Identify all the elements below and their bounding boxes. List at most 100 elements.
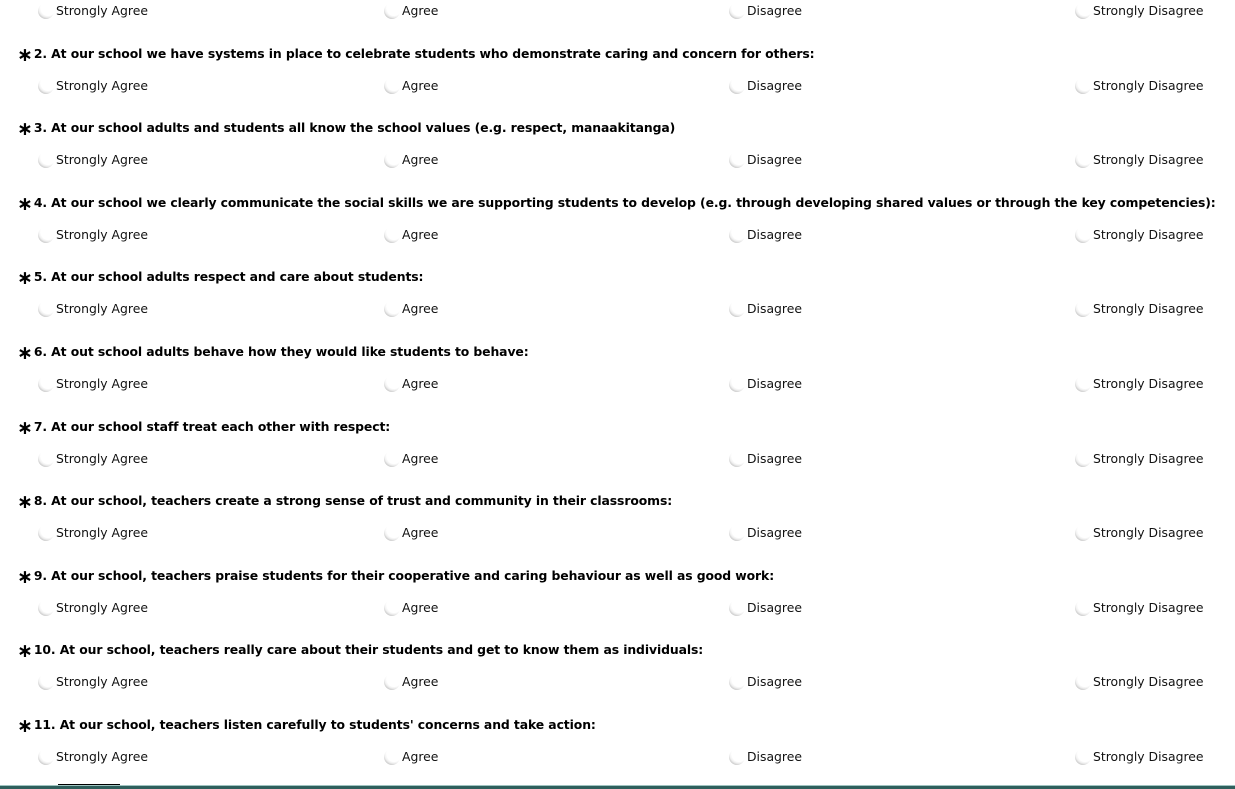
- radio-button-icon[interactable]: [38, 674, 55, 690]
- option-label: Agree: [402, 78, 439, 93]
- question-text: 7. At our school staff treat each other …: [33, 419, 391, 434]
- radio-button-icon[interactable]: [38, 376, 55, 392]
- option-strongly-disagree[interactable]: Strongly Disagree: [1075, 448, 1204, 470]
- radio-button-icon[interactable]: [38, 451, 55, 467]
- option-agree[interactable]: Agree: [384, 75, 438, 97]
- radio-button-icon[interactable]: [384, 78, 401, 94]
- radio-button-icon[interactable]: [384, 152, 401, 168]
- option-label: Strongly Disagree: [1093, 525, 1204, 540]
- option-disagree[interactable]: Disagree: [729, 448, 802, 470]
- option-strongly-disagree[interactable]: Strongly Disagree: [1075, 671, 1204, 693]
- radio-button-icon[interactable]: [729, 749, 746, 765]
- option-disagree[interactable]: Disagree: [729, 0, 802, 22]
- radio-button-icon[interactable]: [384, 227, 401, 243]
- radio-button-icon[interactable]: [1075, 3, 1092, 19]
- option-agree[interactable]: Agree: [384, 671, 438, 693]
- option-strongly-agree[interactable]: Strongly Agree: [38, 224, 148, 246]
- radio-button-icon[interactable]: [729, 3, 746, 19]
- option-disagree[interactable]: Disagree: [729, 671, 802, 693]
- question-title: ∗4. At our school we clearly communicate…: [17, 193, 1216, 215]
- option-label: Strongly Disagree: [1093, 600, 1204, 615]
- radio-button-icon[interactable]: [38, 3, 55, 19]
- option-label: Agree: [402, 301, 439, 316]
- radio-button-icon[interactable]: [38, 525, 55, 541]
- radio-button-icon[interactable]: [384, 525, 401, 541]
- option-strongly-disagree[interactable]: Strongly Disagree: [1075, 224, 1204, 246]
- option-disagree[interactable]: Disagree: [729, 746, 802, 768]
- option-strongly-disagree[interactable]: Strongly Disagree: [1075, 149, 1204, 171]
- radio-button-icon[interactable]: [38, 227, 55, 243]
- required-asterisk-icon: ∗: [17, 640, 33, 662]
- option-strongly-disagree[interactable]: Strongly Disagree: [1075, 0, 1204, 22]
- option-agree[interactable]: Agree: [384, 373, 438, 395]
- radio-button-icon[interactable]: [729, 674, 746, 690]
- option-agree[interactable]: Agree: [384, 746, 438, 768]
- radio-button-icon[interactable]: [1075, 78, 1092, 94]
- option-disagree[interactable]: Disagree: [729, 75, 802, 97]
- option-agree[interactable]: Agree: [384, 597, 438, 619]
- option-disagree[interactable]: Disagree: [729, 522, 802, 544]
- radio-button-icon[interactable]: [38, 600, 55, 616]
- option-strongly-agree[interactable]: Strongly Agree: [38, 298, 148, 320]
- option-strongly-agree[interactable]: Strongly Agree: [38, 746, 148, 768]
- option-agree[interactable]: Agree: [384, 522, 438, 544]
- option-label: Strongly Agree: [56, 525, 148, 540]
- option-strongly-disagree[interactable]: Strongly Disagree: [1075, 522, 1204, 544]
- radio-button-icon[interactable]: [1075, 227, 1092, 243]
- radio-button-icon[interactable]: [1075, 376, 1092, 392]
- radio-button-icon[interactable]: [38, 749, 55, 765]
- option-disagree[interactable]: Disagree: [729, 298, 802, 320]
- option-agree[interactable]: Agree: [384, 0, 438, 22]
- radio-button-icon[interactable]: [729, 78, 746, 94]
- option-strongly-agree[interactable]: Strongly Agree: [38, 671, 148, 693]
- option-agree[interactable]: Agree: [384, 448, 438, 470]
- radio-button-icon[interactable]: [729, 376, 746, 392]
- option-strongly-disagree[interactable]: Strongly Disagree: [1075, 373, 1204, 395]
- required-asterisk-icon: ∗: [17, 193, 33, 215]
- option-agree[interactable]: Agree: [384, 149, 438, 171]
- option-strongly-disagree[interactable]: Strongly Disagree: [1075, 75, 1204, 97]
- radio-button-icon[interactable]: [729, 152, 746, 168]
- option-strongly-agree[interactable]: Strongly Agree: [38, 448, 148, 470]
- radio-button-icon[interactable]: [729, 525, 746, 541]
- radio-button-icon[interactable]: [384, 674, 401, 690]
- radio-button-icon[interactable]: [1075, 600, 1092, 616]
- radio-button-icon[interactable]: [384, 600, 401, 616]
- option-strongly-disagree[interactable]: Strongly Disagree: [1075, 746, 1204, 768]
- radio-button-icon[interactable]: [384, 3, 401, 19]
- radio-button-icon[interactable]: [38, 78, 55, 94]
- radio-button-icon[interactable]: [1075, 525, 1092, 541]
- radio-button-icon[interactable]: [384, 376, 401, 392]
- radio-button-icon[interactable]: [729, 451, 746, 467]
- option-strongly-disagree[interactable]: Strongly Disagree: [1075, 298, 1204, 320]
- option-strongly-agree[interactable]: Strongly Agree: [38, 149, 148, 171]
- option-strongly-agree[interactable]: Strongly Agree: [38, 597, 148, 619]
- option-strongly-agree[interactable]: Strongly Agree: [38, 373, 148, 395]
- option-disagree[interactable]: Disagree: [729, 373, 802, 395]
- radio-button-icon[interactable]: [384, 749, 401, 765]
- radio-button-icon[interactable]: [1075, 451, 1092, 467]
- radio-button-icon[interactable]: [1075, 301, 1092, 317]
- radio-button-icon[interactable]: [729, 301, 746, 317]
- radio-button-icon[interactable]: [38, 301, 55, 317]
- question-title: ∗5. At our school adults respect and car…: [17, 267, 424, 288]
- radio-button-icon[interactable]: [384, 301, 401, 317]
- radio-button-icon[interactable]: [729, 600, 746, 616]
- option-disagree[interactable]: Disagree: [729, 597, 802, 619]
- radio-button-icon[interactable]: [38, 152, 55, 168]
- radio-button-icon[interactable]: [729, 227, 746, 243]
- option-disagree[interactable]: Disagree: [729, 224, 802, 246]
- option-strongly-agree[interactable]: Strongly Agree: [38, 75, 148, 97]
- radio-button-icon[interactable]: [1075, 674, 1092, 690]
- option-agree[interactable]: Agree: [384, 224, 438, 246]
- question-title: ∗2. At our school we have systems in pla…: [17, 44, 815, 65]
- option-strongly-agree[interactable]: Strongly Agree: [38, 522, 148, 544]
- option-strongly-agree[interactable]: Strongly Agree: [38, 0, 148, 22]
- radio-button-icon[interactable]: [1075, 749, 1092, 765]
- option-label: Strongly Agree: [56, 674, 148, 689]
- radio-button-icon[interactable]: [384, 451, 401, 467]
- radio-button-icon[interactable]: [1075, 152, 1092, 168]
- option-agree[interactable]: Agree: [384, 298, 438, 320]
- option-strongly-disagree[interactable]: Strongly Disagree: [1075, 597, 1204, 619]
- option-disagree[interactable]: Disagree: [729, 149, 802, 171]
